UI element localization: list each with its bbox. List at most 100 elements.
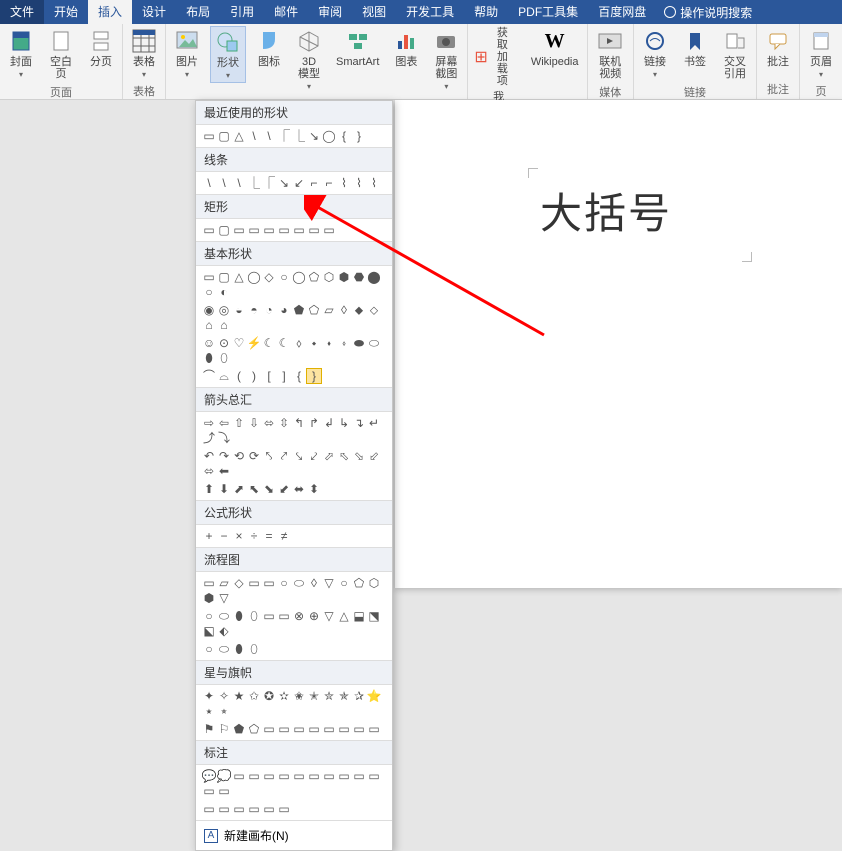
shape-item[interactable]: ↵ (367, 416, 381, 430)
shape-item[interactable]: ⤥ (292, 449, 306, 463)
shape-item[interactable]: ⤴ (202, 431, 216, 445)
shape-item[interactable]: ⇩ (247, 416, 261, 430)
shape-item[interactable]: ⬭ (217, 642, 231, 656)
shape-item[interactable]: ▭ (292, 722, 306, 736)
shape-item[interactable]: ◕ (277, 303, 291, 317)
shape-item[interactable]: ⬠ (307, 270, 321, 284)
shape-item[interactable]: ↳ (337, 416, 351, 430)
shape-item[interactable]: + (202, 529, 216, 543)
header-button[interactable]: 页眉▾ (804, 26, 838, 81)
shape-item[interactable]: ◉ (202, 303, 216, 317)
shape-item[interactable]: ⬯ (247, 642, 261, 656)
shape-item[interactable]: ⊕ (307, 609, 321, 623)
shape-item[interactable]: ⬤ (367, 270, 381, 284)
shape-item[interactable]: ▭ (202, 784, 216, 798)
shape-item[interactable]: ◇ (262, 270, 276, 284)
shape-item[interactable]: ☾ (262, 336, 276, 350)
cover-page-button[interactable]: 封面▾ (4, 26, 38, 81)
shapes-button[interactable]: 形状▾ (210, 26, 246, 83)
shape-item[interactable]: △ (232, 129, 246, 143)
shape-item[interactable]: ⬮ (232, 642, 246, 656)
shape-item[interactable]: ⬨ (292, 336, 306, 350)
shape-item[interactable]: ▭ (217, 784, 231, 798)
shape-item[interactable]: ⬭ (217, 609, 231, 623)
shape-item[interactable]: ⬯ (217, 351, 231, 365)
shape-item[interactable]: ⬆ (202, 482, 216, 496)
shape-item[interactable]: ▭ (277, 769, 291, 783)
shape-item[interactable]: \ (262, 129, 276, 143)
shape-item[interactable]: ⬀ (322, 449, 336, 463)
shape-item[interactable]: ⬉ (247, 482, 261, 496)
shape-item[interactable]: ▭ (217, 802, 231, 816)
shape-item[interactable]: ▭ (307, 223, 321, 237)
shape-item[interactable]: ⬡ (322, 270, 336, 284)
shape-item[interactable]: ⬮ (202, 351, 216, 365)
shape-item[interactable]: ⬮ (232, 609, 246, 623)
tab-references[interactable]: 引用 (220, 0, 264, 24)
shape-item[interactable]: ↱ (307, 416, 321, 430)
chart-button[interactable]: 图表 (389, 26, 423, 70)
shape-item[interactable]: ○ (202, 609, 216, 623)
tab-view[interactable]: 视图 (352, 0, 396, 24)
shape-item[interactable]: ⬄ (202, 464, 216, 478)
shape-item[interactable]: ⌐ (307, 176, 321, 190)
shape-item[interactable]: ⬫ (337, 336, 351, 350)
shape-item[interactable]: ◎ (217, 303, 231, 317)
shape-item[interactable]: ⬣ (352, 270, 366, 284)
shape-item[interactable]: ◔ (262, 303, 276, 317)
shape-item[interactable]: ⬁ (337, 449, 351, 463)
shape-item[interactable]: ▢ (217, 129, 231, 143)
shape-item[interactable]: ▭ (277, 223, 291, 237)
tell-me-search[interactable]: 操作说明搜索 (664, 4, 752, 21)
shape-item[interactable]: ○ (202, 285, 216, 299)
tab-review[interactable]: 审阅 (308, 0, 352, 24)
get-addins-button[interactable]: ⊞ 获取加载项 (472, 26, 514, 88)
comment-button[interactable]: 批注 (761, 26, 795, 70)
shape-item[interactable]: ◓ (247, 303, 261, 317)
shape-item[interactable]: ☺ (202, 336, 216, 350)
shape-item[interactable]: ◯ (322, 129, 336, 143)
shape-item[interactable]: ▭ (202, 129, 216, 143)
shape-item[interactable]: ⬈ (232, 482, 246, 496)
shape-item[interactable]: ÷ (247, 529, 261, 543)
shape-item[interactable]: ≠ (277, 529, 291, 543)
shape-item[interactable]: ⇧ (232, 416, 246, 430)
tab-mailings[interactable]: 邮件 (264, 0, 308, 24)
shape-item[interactable]: ⌓ (217, 369, 231, 383)
shape-item[interactable]: ▭ (292, 223, 306, 237)
shape-item[interactable]: ▭ (262, 223, 276, 237)
smartart-button[interactable]: SmartArt (332, 26, 383, 70)
shape-item[interactable]: ▭ (247, 223, 261, 237)
shape-item[interactable]: { (292, 369, 306, 383)
shape-item[interactable]: ⬔ (367, 609, 381, 623)
shape-item[interactable]: [ (262, 369, 276, 383)
new-canvas-button[interactable]: A 新建画布(N) (196, 820, 392, 850)
shape-item[interactable]: ◯ (247, 270, 261, 284)
shape-item[interactable]: ▽ (322, 609, 336, 623)
shape-item[interactable]: ▭ (202, 802, 216, 816)
shape-item[interactable]: \ (247, 129, 261, 143)
shape-item[interactable]: ▭ (277, 722, 291, 736)
shape-item[interactable]: \ (232, 176, 246, 190)
shape-item[interactable]: ] (277, 369, 291, 383)
shape-item[interactable]: ▱ (322, 303, 336, 317)
shape-item[interactable]: = (262, 529, 276, 543)
shape-item[interactable]: ⇳ (277, 416, 291, 430)
shape-item[interactable]: ◒ (232, 303, 246, 317)
shape-item[interactable]: { (337, 129, 351, 143)
shape-item[interactable]: ○ (277, 270, 291, 284)
shape-item[interactable]: ⇦ (217, 416, 231, 430)
shape-item[interactable]: } (352, 129, 366, 143)
shape-item[interactable]: ▭ (352, 769, 366, 783)
shape-item[interactable]: ⬂ (352, 449, 366, 463)
shape-item[interactable]: ⇨ (202, 416, 216, 430)
shape-item[interactable]: ✭ (307, 689, 321, 703)
shape-item[interactable]: ▭ (367, 722, 381, 736)
shape-item[interactable]: ⤤ (277, 449, 291, 463)
shape-item[interactable]: ⌂ (217, 318, 231, 332)
blank-page-button[interactable]: 空白页 (44, 26, 78, 82)
shape-item[interactable]: ⬭ (367, 336, 381, 350)
shape-item[interactable]: ↘ (277, 176, 291, 190)
shape-item[interactable]: ✧ (217, 689, 231, 703)
shape-item[interactable]: ⬇ (217, 482, 231, 496)
